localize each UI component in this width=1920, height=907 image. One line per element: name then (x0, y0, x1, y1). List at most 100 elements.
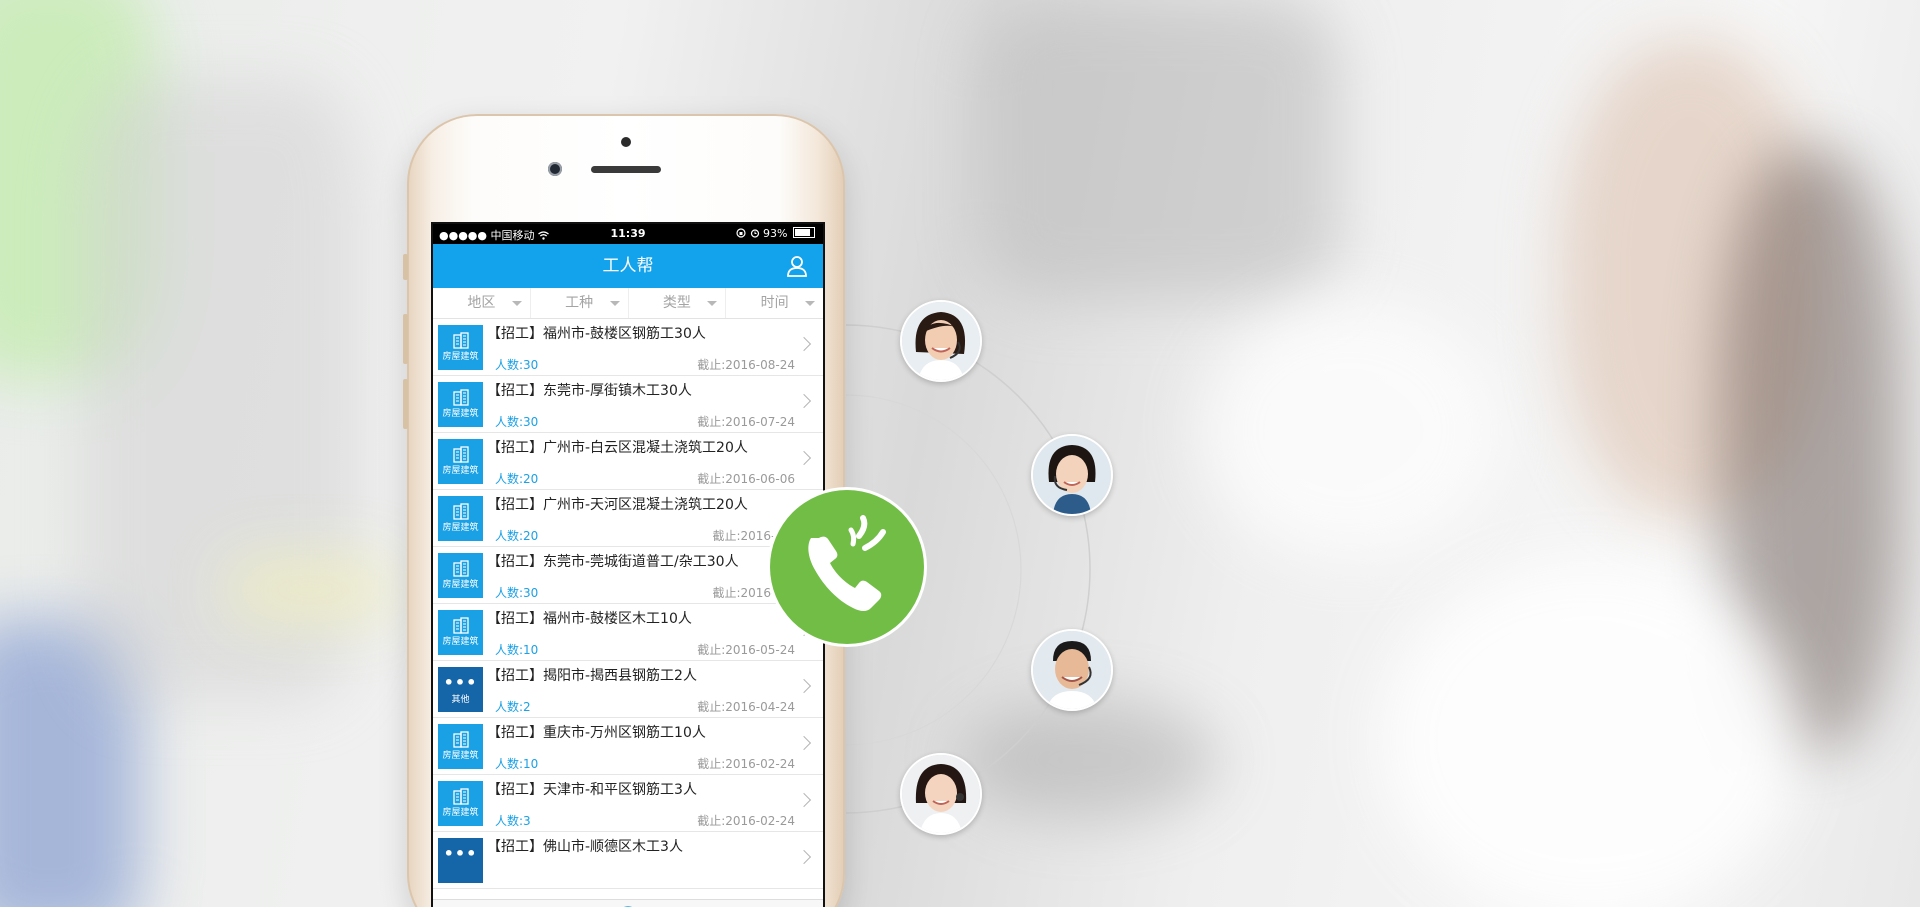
building-icon (452, 446, 469, 463)
building-icon (452, 332, 469, 349)
chevron-right-icon (796, 849, 812, 865)
phone-sensor (621, 137, 631, 147)
job-title: 【招工】福州市-鼓楼区钢筋工30人 (487, 326, 706, 342)
chevron-right-icon (796, 336, 812, 352)
job-category-tile: 房屋建筑 (438, 610, 483, 655)
building-icon (452, 731, 469, 748)
filter-label: 时间 (760, 295, 789, 311)
rotation-lock-icon (736, 228, 746, 238)
job-deadline: 截止:2016-02-24 (697, 814, 795, 828)
status-bar: ●●●●● 中国移动 11:39 93% (433, 224, 823, 244)
chevron-right-icon (796, 792, 812, 808)
filter-label: 工种 (565, 295, 594, 311)
chevron-right-icon (796, 678, 812, 694)
agent-avatar (1031, 434, 1113, 516)
agent-woman-icon (902, 302, 980, 380)
building-icon (452, 617, 469, 634)
job-list: 房屋建筑 【招工】福州市-鼓楼区钢筋工30人 人数:30 截止:2016-08-24 房… (433, 319, 823, 889)
tab-bar: 帮 首页 工作 更多 (433, 899, 823, 907)
job-category-label: 房屋建筑 (442, 409, 479, 419)
job-list-item[interactable]: 房屋建筑 【招工】福州市-鼓楼区木工10人 人数:10 截止:2016-05-24 (433, 604, 823, 661)
filter-trade[interactable]: 工种 (531, 288, 629, 318)
job-list-item[interactable]: 房屋建筑 【招工】天津市-和平区钢筋工3人 人数:3 截止:2016-02-24 (433, 775, 823, 832)
status-right: 93% (736, 227, 815, 240)
filter-label: 地区 (467, 295, 496, 311)
job-title: 【招工】东莞市-莞城街道普工/杂工30人 (487, 554, 739, 570)
job-title: 【招工】重庆市-万州区钢筋工10人 (487, 725, 706, 741)
phone-volume-down (403, 379, 408, 429)
chevron-right-icon (796, 450, 812, 466)
job-category-label: 房屋建筑 (442, 580, 479, 590)
alarm-icon (750, 229, 759, 238)
job-category-tile: 房屋建筑 (438, 439, 483, 484)
job-headcount: 人数:30 (495, 358, 539, 372)
job-category-tile: 房屋建筑 (438, 325, 483, 370)
dropdown-caret-icon (707, 301, 718, 306)
job-headcount: 人数:30 (495, 415, 539, 429)
job-category-label: 房屋建筑 (442, 751, 479, 761)
job-list-item[interactable]: 房屋建筑 【招工】东莞市-莞城街道普工/杂工30人 人数:30 截止:2016-05- (433, 547, 823, 604)
job-list-item[interactable]: 房屋建筑 【招工】广州市-天河区混凝土浇筑工20人 人数:20 截止:2016-06- (433, 490, 823, 547)
building-icon (452, 560, 469, 577)
call-button[interactable] (770, 490, 924, 644)
agent-woman-icon (1033, 436, 1111, 514)
job-list-item[interactable]: ••• 其他 【招工】揭阳市-揭西县钢筋工2人 人数:2 截止:2016-04-24 (433, 661, 823, 718)
job-title: 【招工】广州市-白云区混凝土浇筑工20人 (487, 440, 748, 456)
job-category-label: 房屋建筑 (442, 808, 479, 818)
job-category-tile: ••• 其他 (438, 667, 483, 712)
phone-screen: ●●●●● 中国移动 11:39 93% 工人帮 地区 工种 类型 时间 房屋建… (431, 222, 825, 907)
job-list-item[interactable]: ••• 【招工】佛山市-顺德区木工3人 (433, 832, 823, 889)
app-title: 工人帮 (602, 256, 654, 276)
building-icon (452, 503, 469, 520)
phone-camera (548, 162, 562, 176)
job-list-item[interactable]: 房屋建筑 【招工】福州市-鼓楼区钢筋工30人人数:30 截止:2016-08-24 (433, 319, 823, 376)
job-deadline: 截止:2016-04-24 (697, 700, 795, 714)
filter-time[interactable]: 时间 (726, 288, 823, 318)
chevron-right-icon (796, 735, 812, 751)
job-headcount: 人数:3 (495, 814, 531, 828)
job-headcount: 人数:20 (495, 529, 539, 543)
job-category-label: 房屋建筑 (442, 637, 479, 647)
phone-volume-up (403, 314, 408, 364)
job-list-item[interactable]: 房屋建筑 【招工】东莞市-厚街镇木工30人 人数:30 截止:2016-07-24 (433, 376, 823, 433)
job-category-tile: 房屋建筑 (438, 382, 483, 427)
job-title: 【招工】佛山市-顺德区木工3人 (487, 839, 683, 855)
job-list-item[interactable]: 房屋建筑 【招工】重庆市-万州区钢筋工10人 人数:10 截止:2016-02-24 (433, 718, 823, 775)
more-dots-icon: ••• (443, 673, 478, 692)
phone-mute-switch (403, 254, 408, 280)
tab-work[interactable]: 工作 (563, 900, 693, 907)
job-deadline: 截止:2016-07-24 (697, 415, 795, 429)
job-headcount: 人数:30 (495, 586, 539, 600)
job-category-tile: ••• (438, 838, 483, 883)
job-headcount: 人数:2 (495, 700, 531, 714)
tab-home[interactable]: 帮 首页 (433, 900, 563, 907)
hero-banner: ●●●●● 中国移动 11:39 93% 工人帮 地区 工种 类型 时间 房屋建… (0, 0, 1920, 907)
job-deadline: 截止:2016-08-24 (697, 358, 795, 372)
job-headcount: 人数:10 (495, 643, 539, 657)
filter-region[interactable]: 地区 (433, 288, 531, 318)
phone-call-icon (808, 515, 886, 611)
filter-type[interactable]: 类型 (629, 288, 727, 318)
agent-avatar (1031, 629, 1113, 711)
job-category-label: 其他 (451, 695, 470, 705)
phone-mockup: ●●●●● 中国移动 11:39 93% 工人帮 地区 工种 类型 时间 房屋建… (403, 114, 845, 907)
dropdown-caret-icon (609, 301, 620, 306)
job-headcount: 人数:20 (495, 472, 539, 486)
phone-earpiece (591, 166, 661, 173)
dropdown-caret-icon (511, 301, 522, 306)
filter-label: 类型 (662, 295, 691, 311)
job-category-label: 房屋建筑 (442, 523, 479, 533)
tab-more[interactable]: 更多 (693, 900, 823, 907)
job-category-label: 房屋建筑 (442, 466, 479, 476)
job-category-tile: 房屋建筑 (438, 724, 483, 769)
building-icon (452, 389, 469, 406)
battery-percent: 93% (763, 227, 788, 240)
app-header: 工人帮 (433, 244, 823, 288)
job-list-item[interactable]: 房屋建筑 【招工】广州市-白云区混凝土浇筑工20人人数:20 截止:2016-06-… (433, 433, 823, 490)
job-category-tile: 房屋建筑 (438, 553, 483, 598)
agent-avatar (900, 300, 982, 382)
user-profile-icon[interactable] (785, 254, 809, 278)
job-title: 【招工】福州市-鼓楼区木工10人 (487, 611, 692, 627)
job-deadline: 截止:2016-06-06 (697, 472, 795, 486)
agent-avatar (900, 753, 982, 835)
